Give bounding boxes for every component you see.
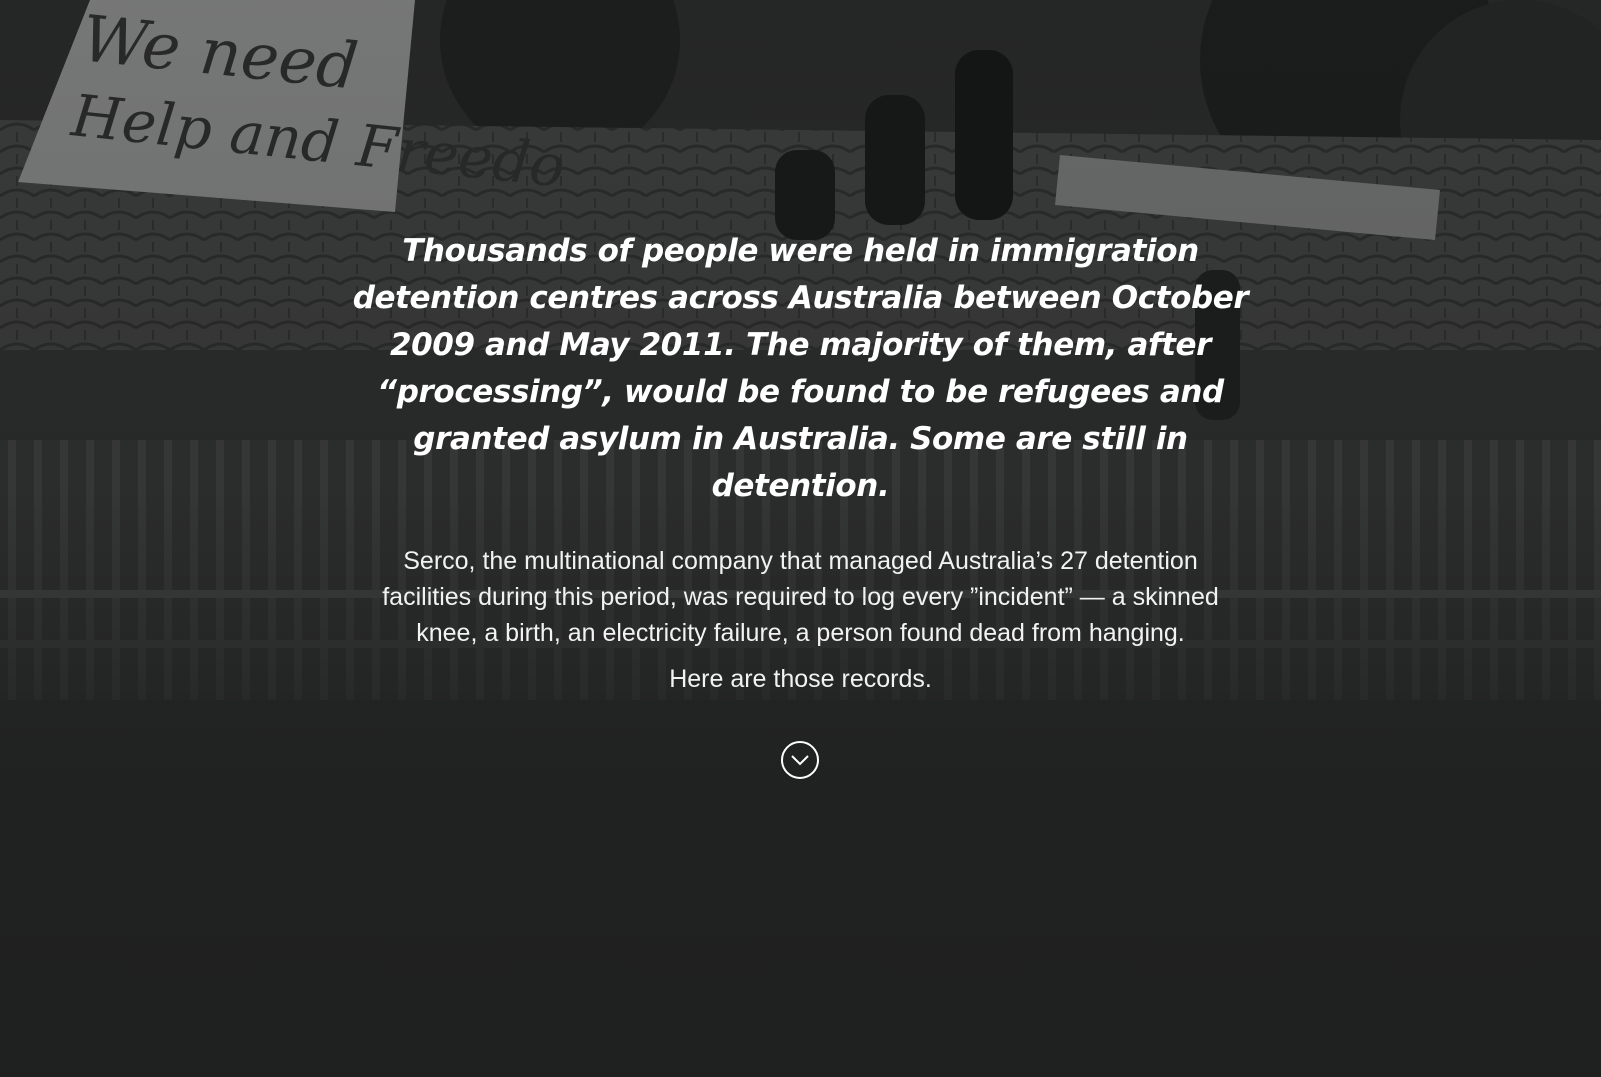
scroll-down-button[interactable]: [781, 741, 819, 779]
chevron-down-icon: [791, 755, 809, 766]
hero-section: We need Help and Freedo Thousands of peo…: [0, 0, 1601, 1077]
intro-closing: Here are those records.: [669, 665, 932, 693]
intro-lead: Thousands of people were held in immigra…: [352, 233, 1249, 504]
intro-content: Thousands of people were held in immigra…: [0, 228, 1601, 697]
intro-body: Serco, the multinational company that ma…: [382, 547, 1219, 647]
